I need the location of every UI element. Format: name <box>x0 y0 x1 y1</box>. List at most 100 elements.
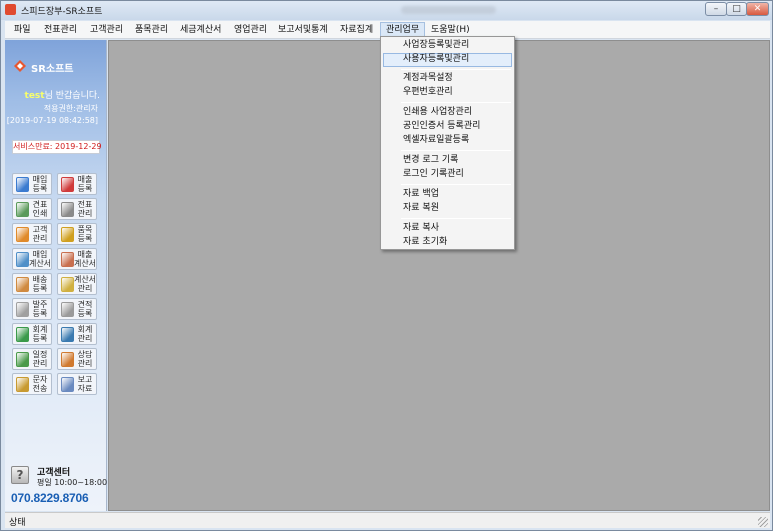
menu-tax-invoice[interactable]: 세금계산서 <box>175 22 226 38</box>
quick-button-label-line1: 매입 <box>32 175 48 184</box>
menu-voucher[interactable]: 전표관리 <box>39 22 82 38</box>
status-text: 상태 <box>9 518 26 528</box>
quick-button-label-line1: 회계 <box>77 325 93 334</box>
quick-button-label: 품목 등록 <box>73 225 97 243</box>
app-icon <box>5 4 16 15</box>
quick-button[interactable]: 매입 계산서 <box>12 248 52 270</box>
quick-button[interactable]: 문자 전송 <box>12 373 52 395</box>
menuitem-business-register[interactable]: 사업장등록및관리 <box>383 39 512 53</box>
menuitem-certificate[interactable]: 공인인증서 등록관리 <box>383 120 512 134</box>
quick-button-label: 회계 관리 <box>73 325 97 343</box>
menu-customer[interactable]: 고객관리 <box>85 22 128 38</box>
menuitem-reset[interactable]: 자료 초기화 <box>383 236 512 250</box>
quick-button-label: 매출 등록 <box>73 175 97 193</box>
window-title: 스피드장부-SR소프트 <box>21 7 103 17</box>
quick-button-label-line1: 일정 <box>32 350 48 359</box>
quick-button-label: 보고 자료 <box>73 375 97 393</box>
quick-button-label-line1: 고객 <box>32 225 48 234</box>
menu-separator <box>401 102 511 103</box>
resize-grip[interactable] <box>758 517 768 527</box>
menu-item-management[interactable]: 품목관리 <box>130 22 173 38</box>
menu-separator <box>401 150 511 151</box>
support-box-icon: ? <box>11 466 29 484</box>
quick-button[interactable]: 고객 관리 <box>12 223 52 245</box>
menuitem-copy[interactable]: 자료 복사 <box>383 222 512 236</box>
menuitem-login-log[interactable]: 로그인 기록관리 <box>383 168 512 182</box>
customer-support: ? 고객센터 평일 10:00~18:00 070.8229.8706 <box>11 464 108 508</box>
left-sidebar: SR소프트 test님 반갑습니다. 적용권한:관리자 [2019-07-19 … <box>5 40 107 511</box>
menuitem-change-log[interactable]: 변경 로그 기록 <box>383 154 512 168</box>
menuitem-excel-import[interactable]: 엑셀자료일괄등록 <box>383 134 512 148</box>
maximize-button[interactable]: □ <box>726 2 747 16</box>
quick-button[interactable]: 매출 등록 <box>57 173 97 195</box>
quick-button[interactable]: 일정 관리 <box>12 348 52 370</box>
quick-button[interactable]: 계산서 관리 <box>57 273 97 295</box>
quick-button-label-line1: 문자 <box>32 375 48 384</box>
quick-button-label-line2: 인쇄 <box>32 209 48 218</box>
quick-button-label-line2: 관리 <box>32 234 48 243</box>
quick-button-label: 견적 등록 <box>73 300 97 318</box>
support-phone: 070.8229.8706 <box>11 491 89 505</box>
greeting-text: 님 반갑습니다. <box>44 91 100 101</box>
quick-button-label-line2: 등록 <box>77 309 93 318</box>
quick-button[interactable]: 보고 자료 <box>57 373 97 395</box>
quick-button-label-line1: 계산서 <box>73 275 97 284</box>
quick-button-label: 배송 등록 <box>28 275 52 293</box>
permission-text: 적용권한:관리자 <box>43 104 98 113</box>
quick-button-label-line1: 견적 <box>77 300 93 309</box>
service-expiry-badge: 서비스만료: 2019-12-29 <box>12 140 102 154</box>
menuitem-restore[interactable]: 자료 복원 <box>383 202 512 216</box>
quick-button[interactable]: 견표 인쇄 <box>12 198 52 220</box>
status-bar: 상태 <box>5 512 770 528</box>
quick-button-label-line2: 등록 <box>32 334 48 343</box>
quick-button-label: 매입 계산서 <box>28 250 52 268</box>
quick-button-label-line2: 관리 <box>77 284 93 293</box>
menuitem-backup[interactable]: 자료 백업 <box>383 188 512 202</box>
quick-button-label: 상담 관리 <box>73 350 97 368</box>
menuitem-user-register[interactable]: 사용자등록및관리 <box>383 53 512 67</box>
quick-button-label-line1: 매입 <box>32 250 48 259</box>
quick-button[interactable]: 전표 관리 <box>57 198 97 220</box>
quick-button[interactable]: 매입 등록 <box>12 173 52 195</box>
quick-button-label-line1: 전표 <box>77 200 93 209</box>
menu-separator <box>401 69 511 70</box>
quick-button[interactable]: 회계 관리 <box>57 323 97 345</box>
quick-button[interactable]: 배송 등록 <box>12 273 52 295</box>
quick-button-label: 문자 전송 <box>28 375 52 393</box>
quick-button-label-line2: 등록 <box>77 234 93 243</box>
quick-button-label: 전표 관리 <box>73 200 97 218</box>
quick-button-label-line2: 관리 <box>32 359 48 368</box>
quick-button[interactable]: 회계 등록 <box>12 323 52 345</box>
menuitem-print-business[interactable]: 인쇄용 사업장관리 <box>383 106 512 120</box>
menu-separator <box>401 184 511 185</box>
minimize-button[interactable]: – <box>705 2 727 16</box>
quick-button-label: 발주 등록 <box>28 300 52 318</box>
menu-sales[interactable]: 영업관리 <box>229 22 272 38</box>
app-window: 스피드장부-SR소프트 – □ ✕ 파일 전표관리 고객관리 품목관리 세금계산… <box>0 0 773 531</box>
quick-button-label: 계산서 관리 <box>73 275 97 293</box>
quick-button[interactable]: 품목 등록 <box>57 223 97 245</box>
quick-button-label-line1: 보고 <box>77 375 93 384</box>
close-button[interactable]: ✕ <box>746 2 769 16</box>
login-time: [2019-07-19 08:42:58] <box>6 116 98 125</box>
quick-button-label: 매출 계산서 <box>73 250 97 268</box>
user-id: test <box>24 91 45 101</box>
quick-button-label-line2: 계산서 <box>73 259 97 268</box>
quick-button[interactable]: 매출 계산서 <box>57 248 97 270</box>
quick-button[interactable]: 상담 관리 <box>57 348 97 370</box>
quick-button[interactable]: 견적 등록 <box>57 298 97 320</box>
blurred-title-info <box>401 6 496 14</box>
quick-button-label-line2: 등록 <box>32 284 48 293</box>
menuitem-account-settings[interactable]: 계정과목설정 <box>383 72 512 86</box>
menu-data-summary[interactable]: 자료집계 <box>335 22 378 38</box>
quick-button-label: 매입 등록 <box>28 175 52 193</box>
support-hours: 평일 10:00~18:00 <box>37 478 108 487</box>
menu-file[interactable]: 파일 <box>9 22 36 38</box>
quick-button-label-line2: 관리 <box>77 209 93 218</box>
title-bar: 스피드장부-SR소프트 – □ ✕ <box>1 1 772 20</box>
quick-button[interactable]: 발주 등록 <box>12 298 52 320</box>
admin-dropdown-menu: 사업장등록및관리 사용자등록및관리 계정과목설정 우편번호관리 인쇄용 사업장관… <box>380 36 515 250</box>
menuitem-postcode[interactable]: 우편번호관리 <box>383 86 512 100</box>
menu-reports[interactable]: 보고서및통계 <box>273 22 333 38</box>
quick-button-label-line1: 발주 <box>32 300 48 309</box>
